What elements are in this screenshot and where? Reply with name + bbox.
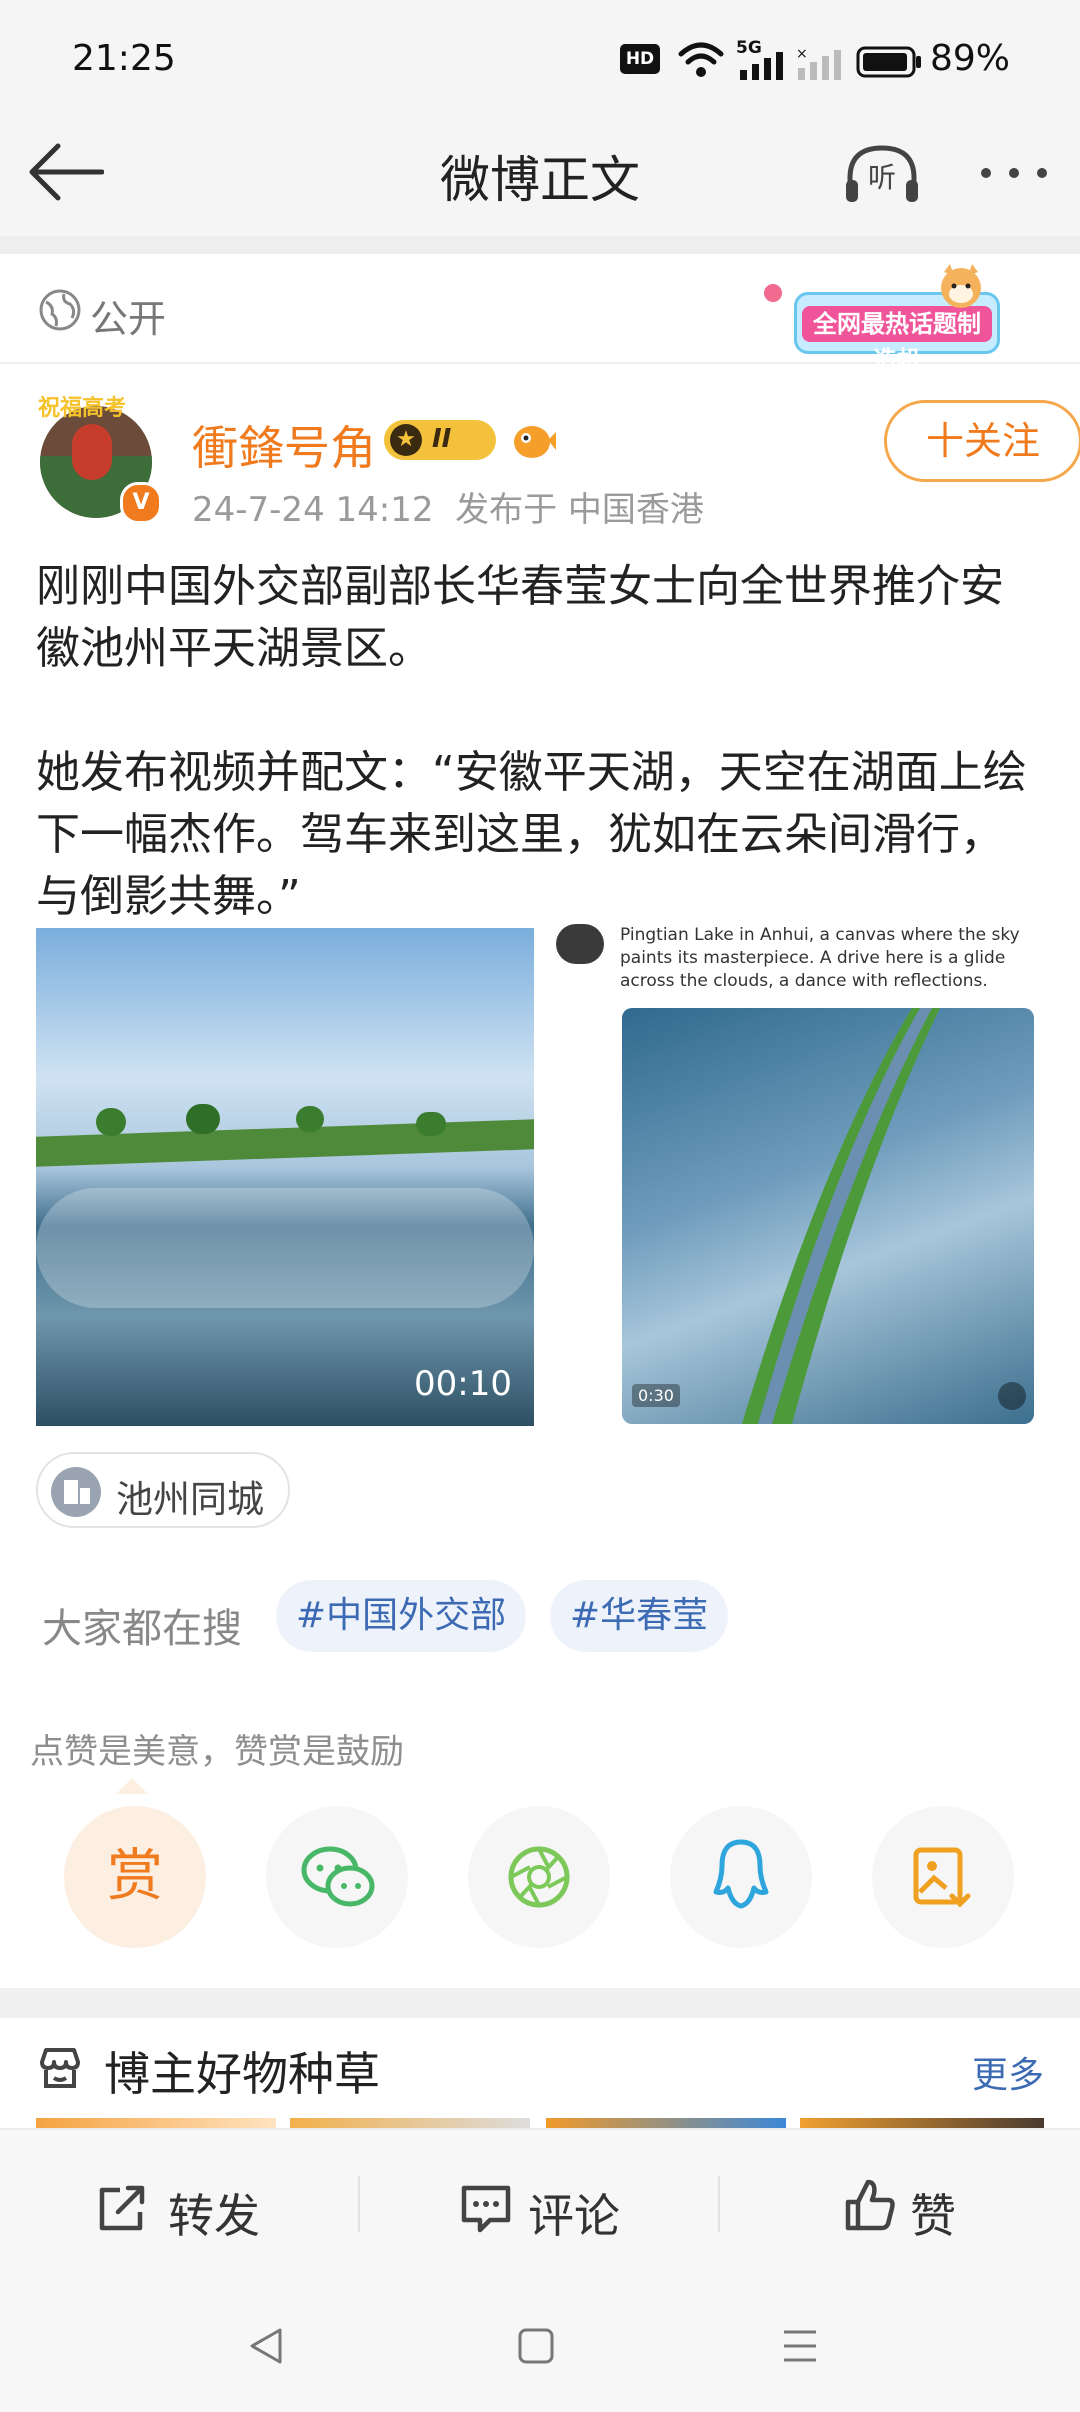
action-divider-1 [358,2176,360,2232]
qq-penguin-icon [713,1839,769,1909]
tweet-caption: Pingtian Lake in Anhui, a canvas where t… [620,925,1020,991]
wechat-icon [301,1846,375,1907]
save-image-button[interactable] [872,1806,1014,1948]
repost-label[interactable]: 转发 [168,2180,260,2246]
video-duration-1: 00:10 [414,1364,512,1404]
verified-icon: V [120,482,162,524]
post-timestamp: 24-7-24 14:12 发布于 中国香港 [192,490,704,530]
video-thumbnail-1[interactable]: 00:10 [36,928,534,1426]
section-divider [0,236,1080,254]
section-title: 博主好物种草 [104,2047,380,2101]
reward-button[interactable]: 赏 [64,1806,206,1948]
search-tag-1[interactable]: #中国外交部 [276,1580,526,1652]
svg-text:×: × [796,46,808,62]
post-text: 刚刚中国外交部副部长华春莹女士向全世界推介安徽池州平天湖景区。 她发布视频并配文… [36,561,1027,922]
nav-menu-icon[interactable] [780,2326,820,2366]
video-thumbnail-2[interactable]: Pingtian Lake in Anhui, a canvas where t… [556,918,1046,1426]
signal-icon-secondary: × [796,46,842,80]
follow-button[interactable]: 十关注 [884,400,1080,482]
level-badge: ★ II [384,420,496,460]
post-source: 发布于 中国香港 [455,490,704,530]
avatar[interactable]: 祝福高考 V [36,390,162,524]
section-divider-2 [0,1988,1080,2018]
reward-hint: 点赞是美意，赞赏是鼓励 [30,1732,404,1772]
image-download-icon [913,1847,971,1908]
share-qq-button[interactable] [670,1806,812,1948]
location-label[interactable]: 池州同城 [116,1469,264,1523]
battery-icon [856,46,922,78]
search-tag-2[interactable]: #华春莹 [550,1580,728,1652]
hd-badge: HD [620,44,660,74]
speaker-icon [998,1382,1026,1410]
share-arrow-icon [99,2185,145,2231]
share-moments-button[interactable] [468,1806,610,1948]
tweet-avatar [556,924,604,964]
globe-icon [38,288,82,332]
wifi-icon [678,42,724,78]
more-link[interactable]: 更多 [972,2046,1044,2098]
listen-button[interactable]: 听 [842,142,922,206]
aperture-icon [508,1846,570,1908]
nav-home-icon[interactable] [516,2326,556,2366]
shop-icon [36,2044,84,2092]
author-name[interactable]: 衝鋒号角 [192,412,376,478]
like-button[interactable]: 赞 [910,2180,956,2246]
comment-icon[interactable] [460,2184,512,2234]
fish-icon [510,418,556,462]
battery-percent: 89% [930,38,1011,79]
like-icon[interactable] [844,2178,896,2232]
more-dots-icon [981,168,1047,178]
status-time: 21:25 [72,38,176,79]
nav-back-icon[interactable] [246,2326,286,2366]
visibility-label: 公开 [90,297,167,341]
hint-pointer [116,1778,148,1794]
comment-button[interactable]: 评论 [528,2180,620,2246]
share-wechat-button[interactable] [266,1806,408,1948]
video-duration-2: 0:30 [632,1384,680,1407]
trending-search-label: 大家都在搜 [42,1606,242,1652]
topic-banner[interactable]: 全网最热话题制造机 [764,262,1004,374]
action-divider-2 [718,2176,720,2232]
shiba-dog-icon [934,262,988,310]
building-icon [50,1466,102,1518]
signal-icon [740,52,786,80]
star-icon: ★ [390,424,422,456]
more-options-button[interactable] [978,160,1050,186]
